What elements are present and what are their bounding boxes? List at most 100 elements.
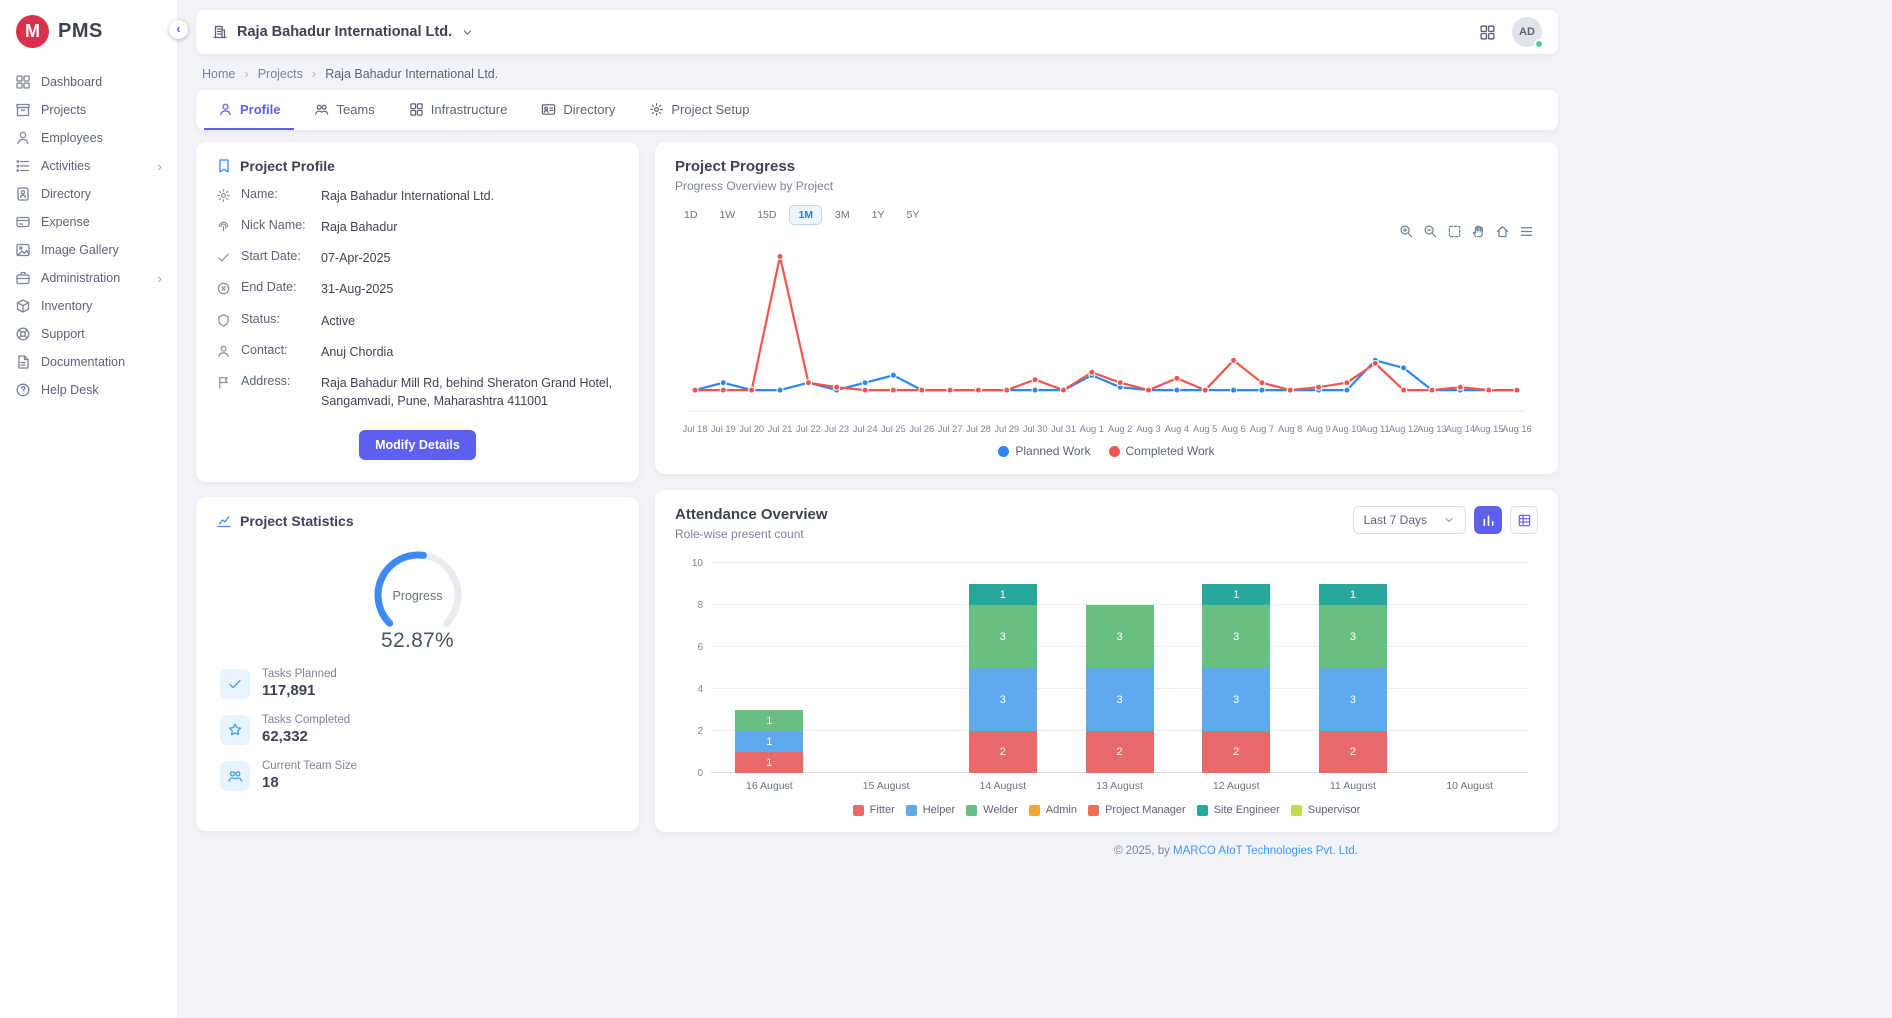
sidebar-item-help-desk[interactable]: Help Desk	[0, 376, 177, 404]
tab-label: Teams	[336, 102, 374, 117]
bar-segment-fitter: 2	[1086, 731, 1154, 773]
sidebar-item-directory[interactable]: Directory	[0, 180, 177, 208]
bar-view-toggle[interactable]	[1474, 506, 1502, 534]
legend-marker	[1029, 805, 1040, 816]
bar-column[interactable]: 111	[735, 710, 803, 773]
bar-segment-site-engineer: 1	[969, 584, 1037, 605]
bar-segment-helper: 3	[969, 668, 1037, 731]
gridline	[711, 562, 1528, 563]
gauge-label: Progress	[358, 589, 478, 603]
zoom-in-icon[interactable]	[1399, 224, 1414, 239]
field-label: Name:	[241, 187, 311, 201]
project-selector[interactable]: Raja Bahadur International Ltd.	[212, 24, 474, 40]
breadcrumb-projects[interactable]: Projects	[258, 67, 303, 81]
sidebar-item-activities[interactable]: Activities ›	[0, 152, 177, 180]
breadcrumb-home[interactable]: Home	[202, 67, 235, 81]
bar-column[interactable]: 233	[1086, 605, 1154, 773]
sidebar-item-label: Administration	[41, 272, 120, 285]
legend-marker	[1291, 805, 1302, 816]
range-15d[interactable]: 15D	[748, 205, 785, 225]
sidebar-item-administration[interactable]: Administration ›	[0, 264, 177, 292]
tab-profile[interactable]: Profile	[204, 90, 294, 130]
svg-text:Aug 5: Aug 5	[1193, 424, 1217, 434]
sidebar-item-projects[interactable]: Projects	[0, 96, 177, 124]
sidebar-item-label: Activities	[41, 160, 90, 173]
legend-item[interactable]: Planned Work	[998, 444, 1090, 458]
apps-grid-icon[interactable]	[1479, 24, 1496, 41]
avatar[interactable]: AD	[1512, 17, 1542, 47]
table-view-toggle[interactable]	[1510, 506, 1538, 534]
range-1d[interactable]: 1D	[675, 205, 706, 225]
sidebar-item-employees[interactable]: Employees	[0, 124, 177, 152]
legend-marker	[966, 805, 977, 816]
svg-text:Aug 9: Aug 9	[1306, 424, 1330, 434]
legend-item[interactable]: Supervisor	[1291, 804, 1361, 816]
legend-item[interactable]: Site Engineer	[1197, 804, 1280, 816]
zoom-out-icon[interactable]	[1423, 224, 1438, 239]
chart-subtitle: Progress Overview by Project	[675, 179, 1538, 193]
legend-item[interactable]: Welder	[966, 804, 1018, 816]
star-icon	[227, 722, 243, 738]
project-profile-card: Project Profile Name: Raja Bahadur Inter…	[196, 142, 639, 482]
footer-company-link[interactable]: MARCO AIoT Technologies Pvt. Ltd.	[1173, 845, 1358, 857]
tabs-bar: Profile Teams Infrastructure Directory P…	[196, 90, 1558, 130]
selection-zoom-icon[interactable]	[1447, 224, 1462, 239]
menu-icon[interactable]	[1519, 224, 1534, 239]
date-range-select[interactable]: Last 7 Days	[1353, 506, 1466, 534]
tab-directory[interactable]: Directory	[527, 90, 629, 130]
svg-text:Jul 30: Jul 30	[1023, 424, 1048, 434]
legend-item[interactable]: Project Manager	[1088, 804, 1186, 816]
pan-icon[interactable]	[1471, 224, 1486, 239]
fingerprint-icon	[216, 219, 231, 234]
range-1w[interactable]: 1W	[710, 205, 744, 225]
field-value: Active	[321, 312, 355, 330]
home-icon[interactable]	[1495, 224, 1510, 239]
online-status-dot	[1534, 39, 1544, 49]
sidebar-item-image-gallery[interactable]: Image Gallery	[0, 236, 177, 264]
range-selector: 1D 1W 15D 1M 3M 1Y 5Y	[675, 205, 1538, 225]
svg-text:Aug 16: Aug 16	[1502, 424, 1531, 434]
svg-text:Aug 2: Aug 2	[1108, 424, 1132, 434]
bar-segment-welder: 1	[735, 710, 803, 731]
profile-field-contact: Contact: Anuj Chordia	[216, 343, 619, 361]
svg-text:Jul 20: Jul 20	[739, 424, 764, 434]
brand[interactable]: M PMS	[0, 0, 177, 60]
modify-details-button[interactable]: Modify Details	[359, 430, 476, 460]
sidebar-item-documentation[interactable]: Documentation	[0, 348, 177, 376]
legend-item[interactable]: Helper	[906, 804, 955, 816]
legend-item[interactable]: Fitter	[853, 804, 895, 816]
sidebar-item-support[interactable]: Support	[0, 320, 177, 348]
range-3m[interactable]: 3M	[826, 205, 859, 225]
legend-item[interactable]: Admin	[1029, 804, 1077, 816]
image-gallery-icon	[15, 242, 31, 258]
tab-teams[interactable]: Teams	[300, 90, 388, 130]
range-5y[interactable]: 5Y	[897, 205, 928, 225]
range-1y[interactable]: 1Y	[863, 205, 894, 225]
sidebar-collapse-button[interactable]: ‹	[169, 20, 188, 39]
tab-label: Project Setup	[671, 102, 749, 117]
legend-item[interactable]: Completed Work	[1109, 444, 1215, 458]
x-axis-label: 11 August	[1295, 780, 1412, 792]
circle-x-icon	[216, 281, 231, 296]
chart-title: Attendance Overview	[675, 506, 828, 523]
footer-text: © 2025, by	[1114, 845, 1173, 857]
tab-project-setup[interactable]: Project Setup	[635, 90, 763, 130]
sidebar-nav: Dashboard Projects Employees Activities …	[0, 60, 177, 404]
svg-text:Aug 13: Aug 13	[1417, 424, 1446, 434]
field-label: Nick Name:	[241, 218, 311, 232]
bar-column[interactable]: 2331	[1202, 584, 1270, 773]
dashboard-icon	[15, 74, 31, 90]
legend-marker	[906, 805, 917, 816]
bar-column[interactable]: 2331	[1319, 584, 1387, 773]
bar-column[interactable]: 2331	[969, 584, 1037, 773]
range-1m[interactable]: 1M	[789, 205, 822, 225]
stat-value: 117,891	[262, 682, 337, 699]
profile-field-start-date: Start Date: 07-Apr-2025	[216, 249, 619, 267]
sidebar-item-expense[interactable]: Expense	[0, 208, 177, 236]
svg-text:Jul 18: Jul 18	[683, 424, 708, 434]
tab-infrastructure[interactable]: Infrastructure	[395, 90, 522, 130]
field-label: End Date:	[241, 280, 311, 294]
sidebar-item-dashboard[interactable]: Dashboard	[0, 68, 177, 96]
sidebar-item-inventory[interactable]: Inventory	[0, 292, 177, 320]
bar-segment-helper: 1	[735, 731, 803, 752]
